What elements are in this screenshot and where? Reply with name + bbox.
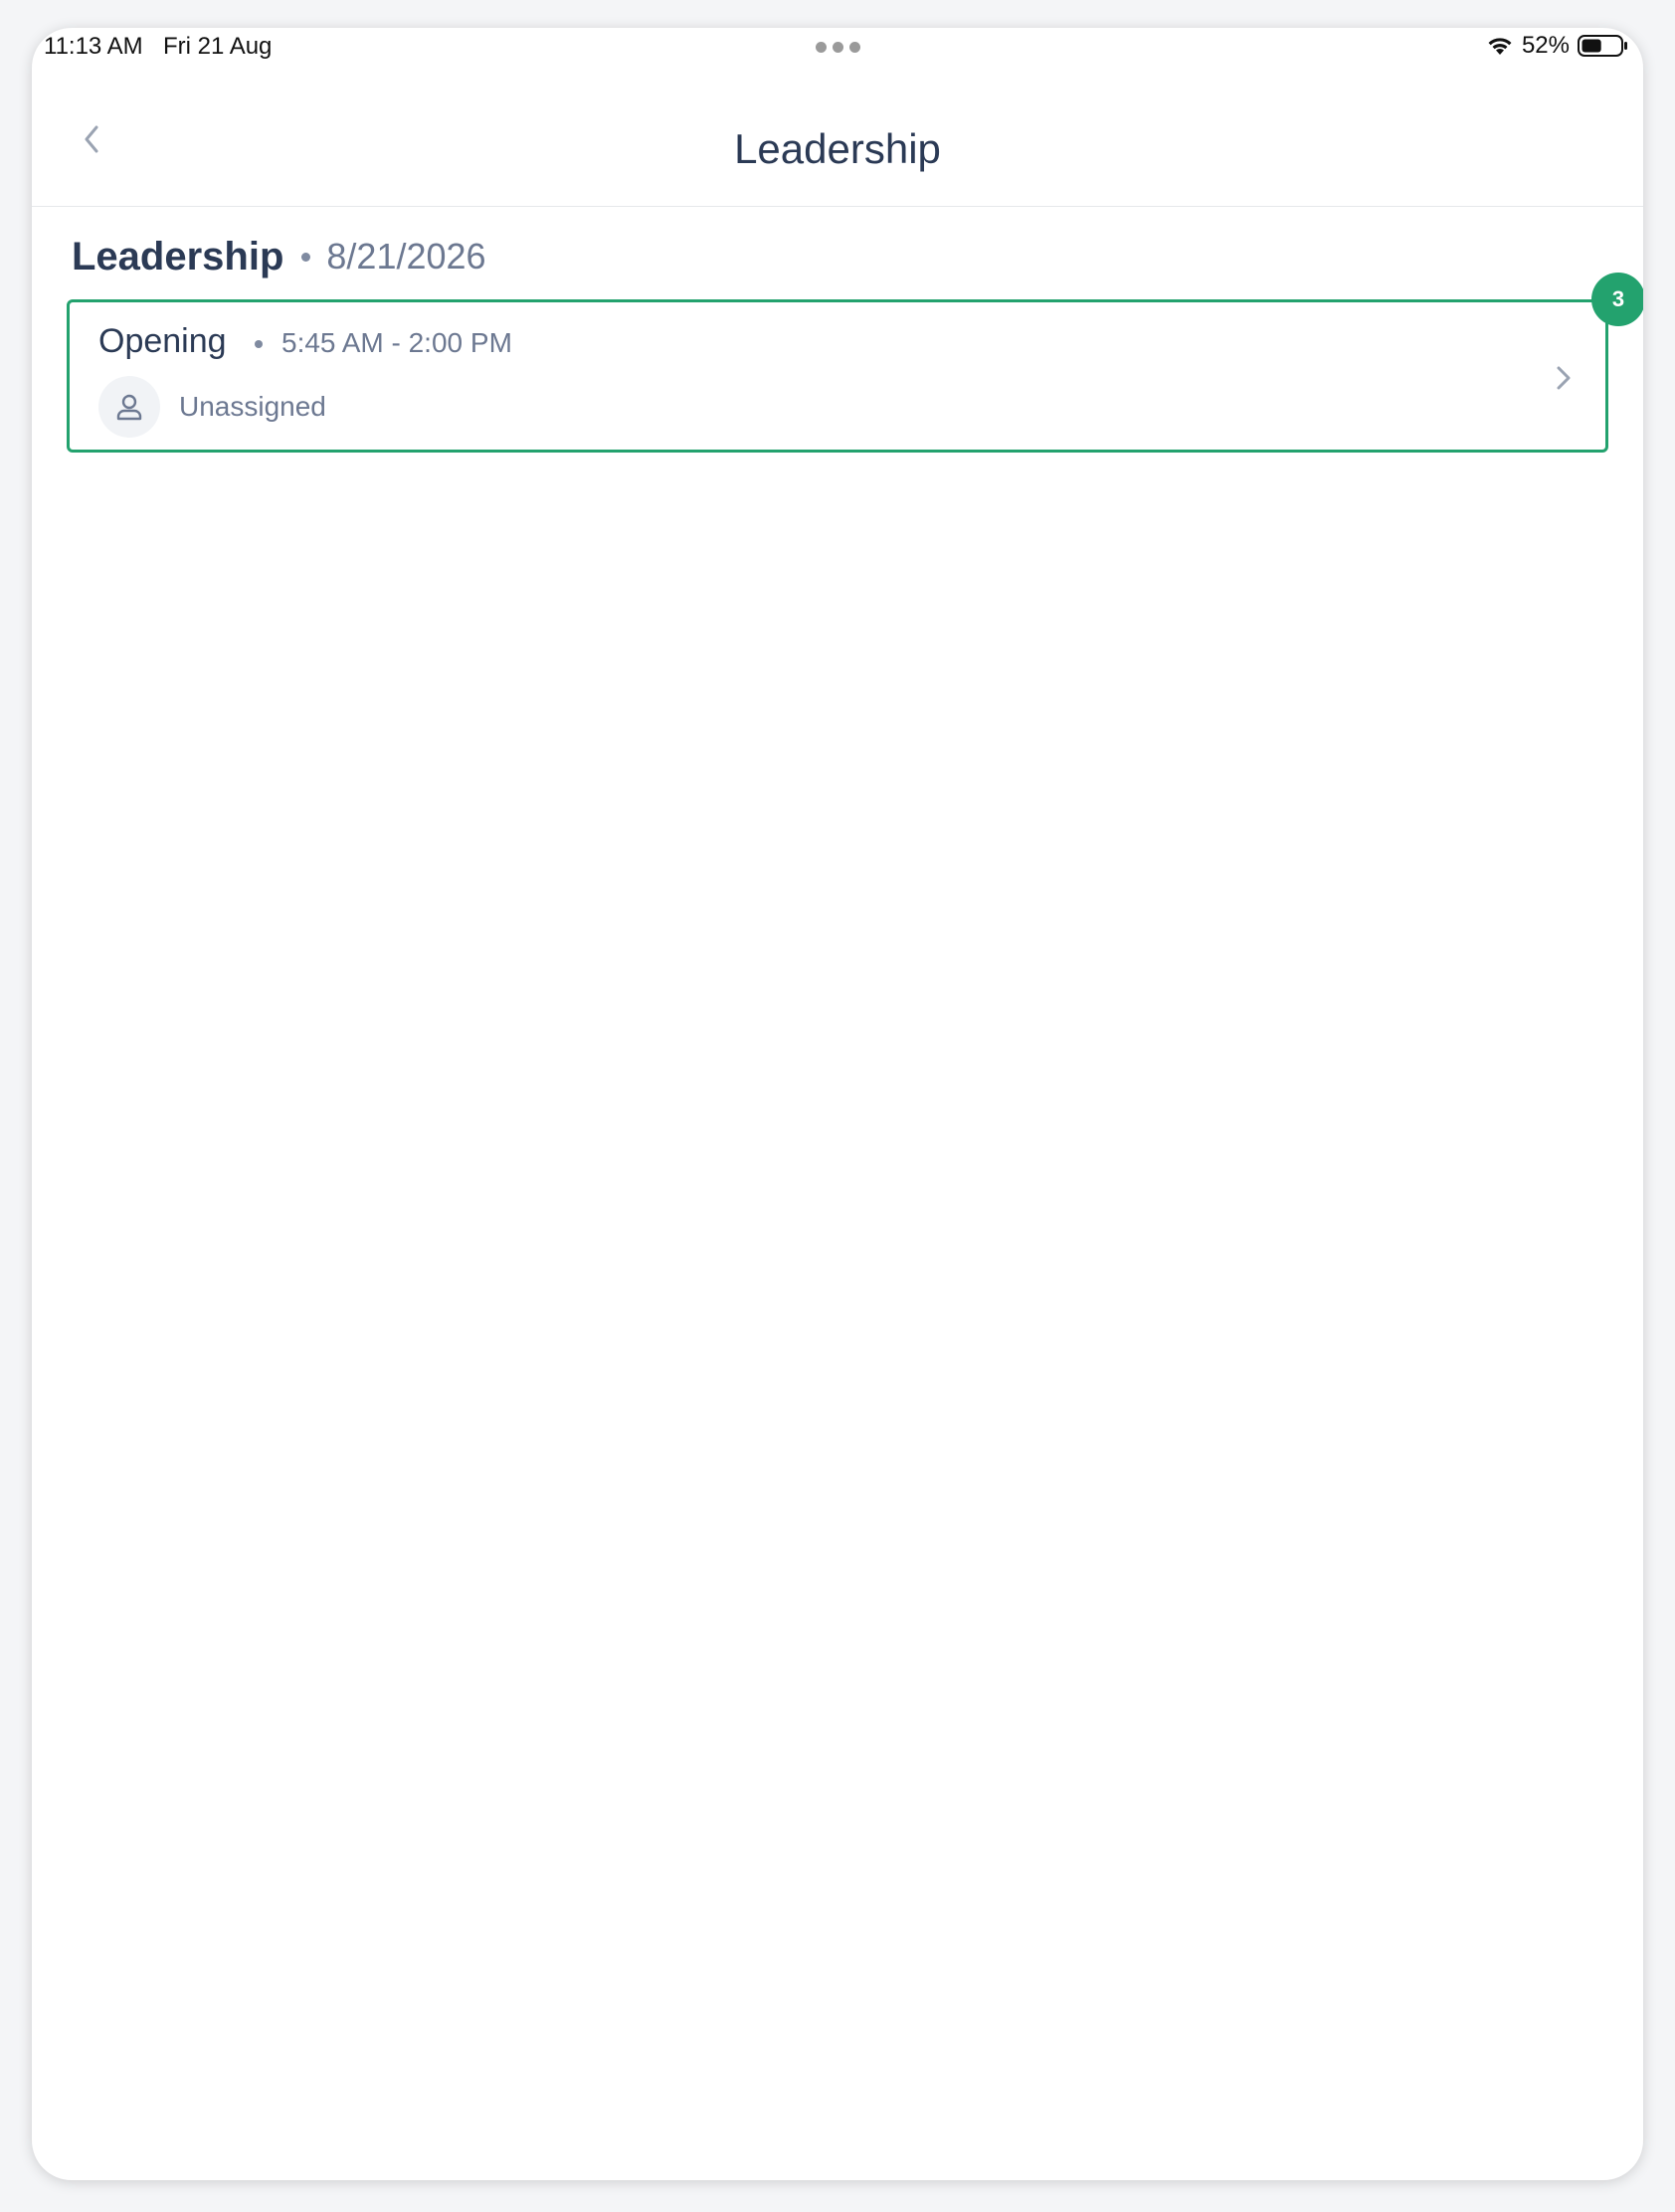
- section-header: Leadership 8/21/2026: [72, 227, 486, 286]
- multitasking-dots-icon[interactable]: [816, 42, 860, 53]
- bullet-separator: [301, 252, 311, 262]
- section-date: 8/21/2026: [326, 236, 486, 276]
- battery-percentage: 52%: [1521, 32, 1570, 59]
- status-date: Fri 21 Aug: [163, 33, 273, 60]
- assignee-label: Unassigned: [179, 391, 326, 422]
- status-time: 11:13 AM: [44, 33, 143, 60]
- status-bar: 11:13 AM Fri 21 Aug 52%: [32, 28, 1643, 68]
- navigation-bar: Leadership: [32, 72, 1643, 207]
- page-title: Leadership: [734, 125, 941, 172]
- shift-card[interactable]: Opening 5:45 AM - 2:00 PM Unassigned: [67, 299, 1608, 453]
- wifi-icon: [1488, 38, 1512, 55]
- section-title: Leadership: [72, 234, 284, 278]
- count-badge: 3: [1591, 273, 1643, 326]
- user-icon: [116, 394, 142, 421]
- shift-name: Opening: [98, 322, 227, 360]
- shift-time: 5:45 AM - 2:00 PM: [281, 327, 512, 358]
- app-screen: 11:13 AM Fri 21 Aug 52% Leadership Leade…: [32, 28, 1643, 2180]
- status-indicators: 52%: [1486, 32, 1629, 60]
- chevron-right-icon: [1557, 366, 1571, 390]
- avatar: [98, 376, 160, 438]
- battery-icon: [1578, 35, 1627, 57]
- bullet-separator: [255, 340, 263, 348]
